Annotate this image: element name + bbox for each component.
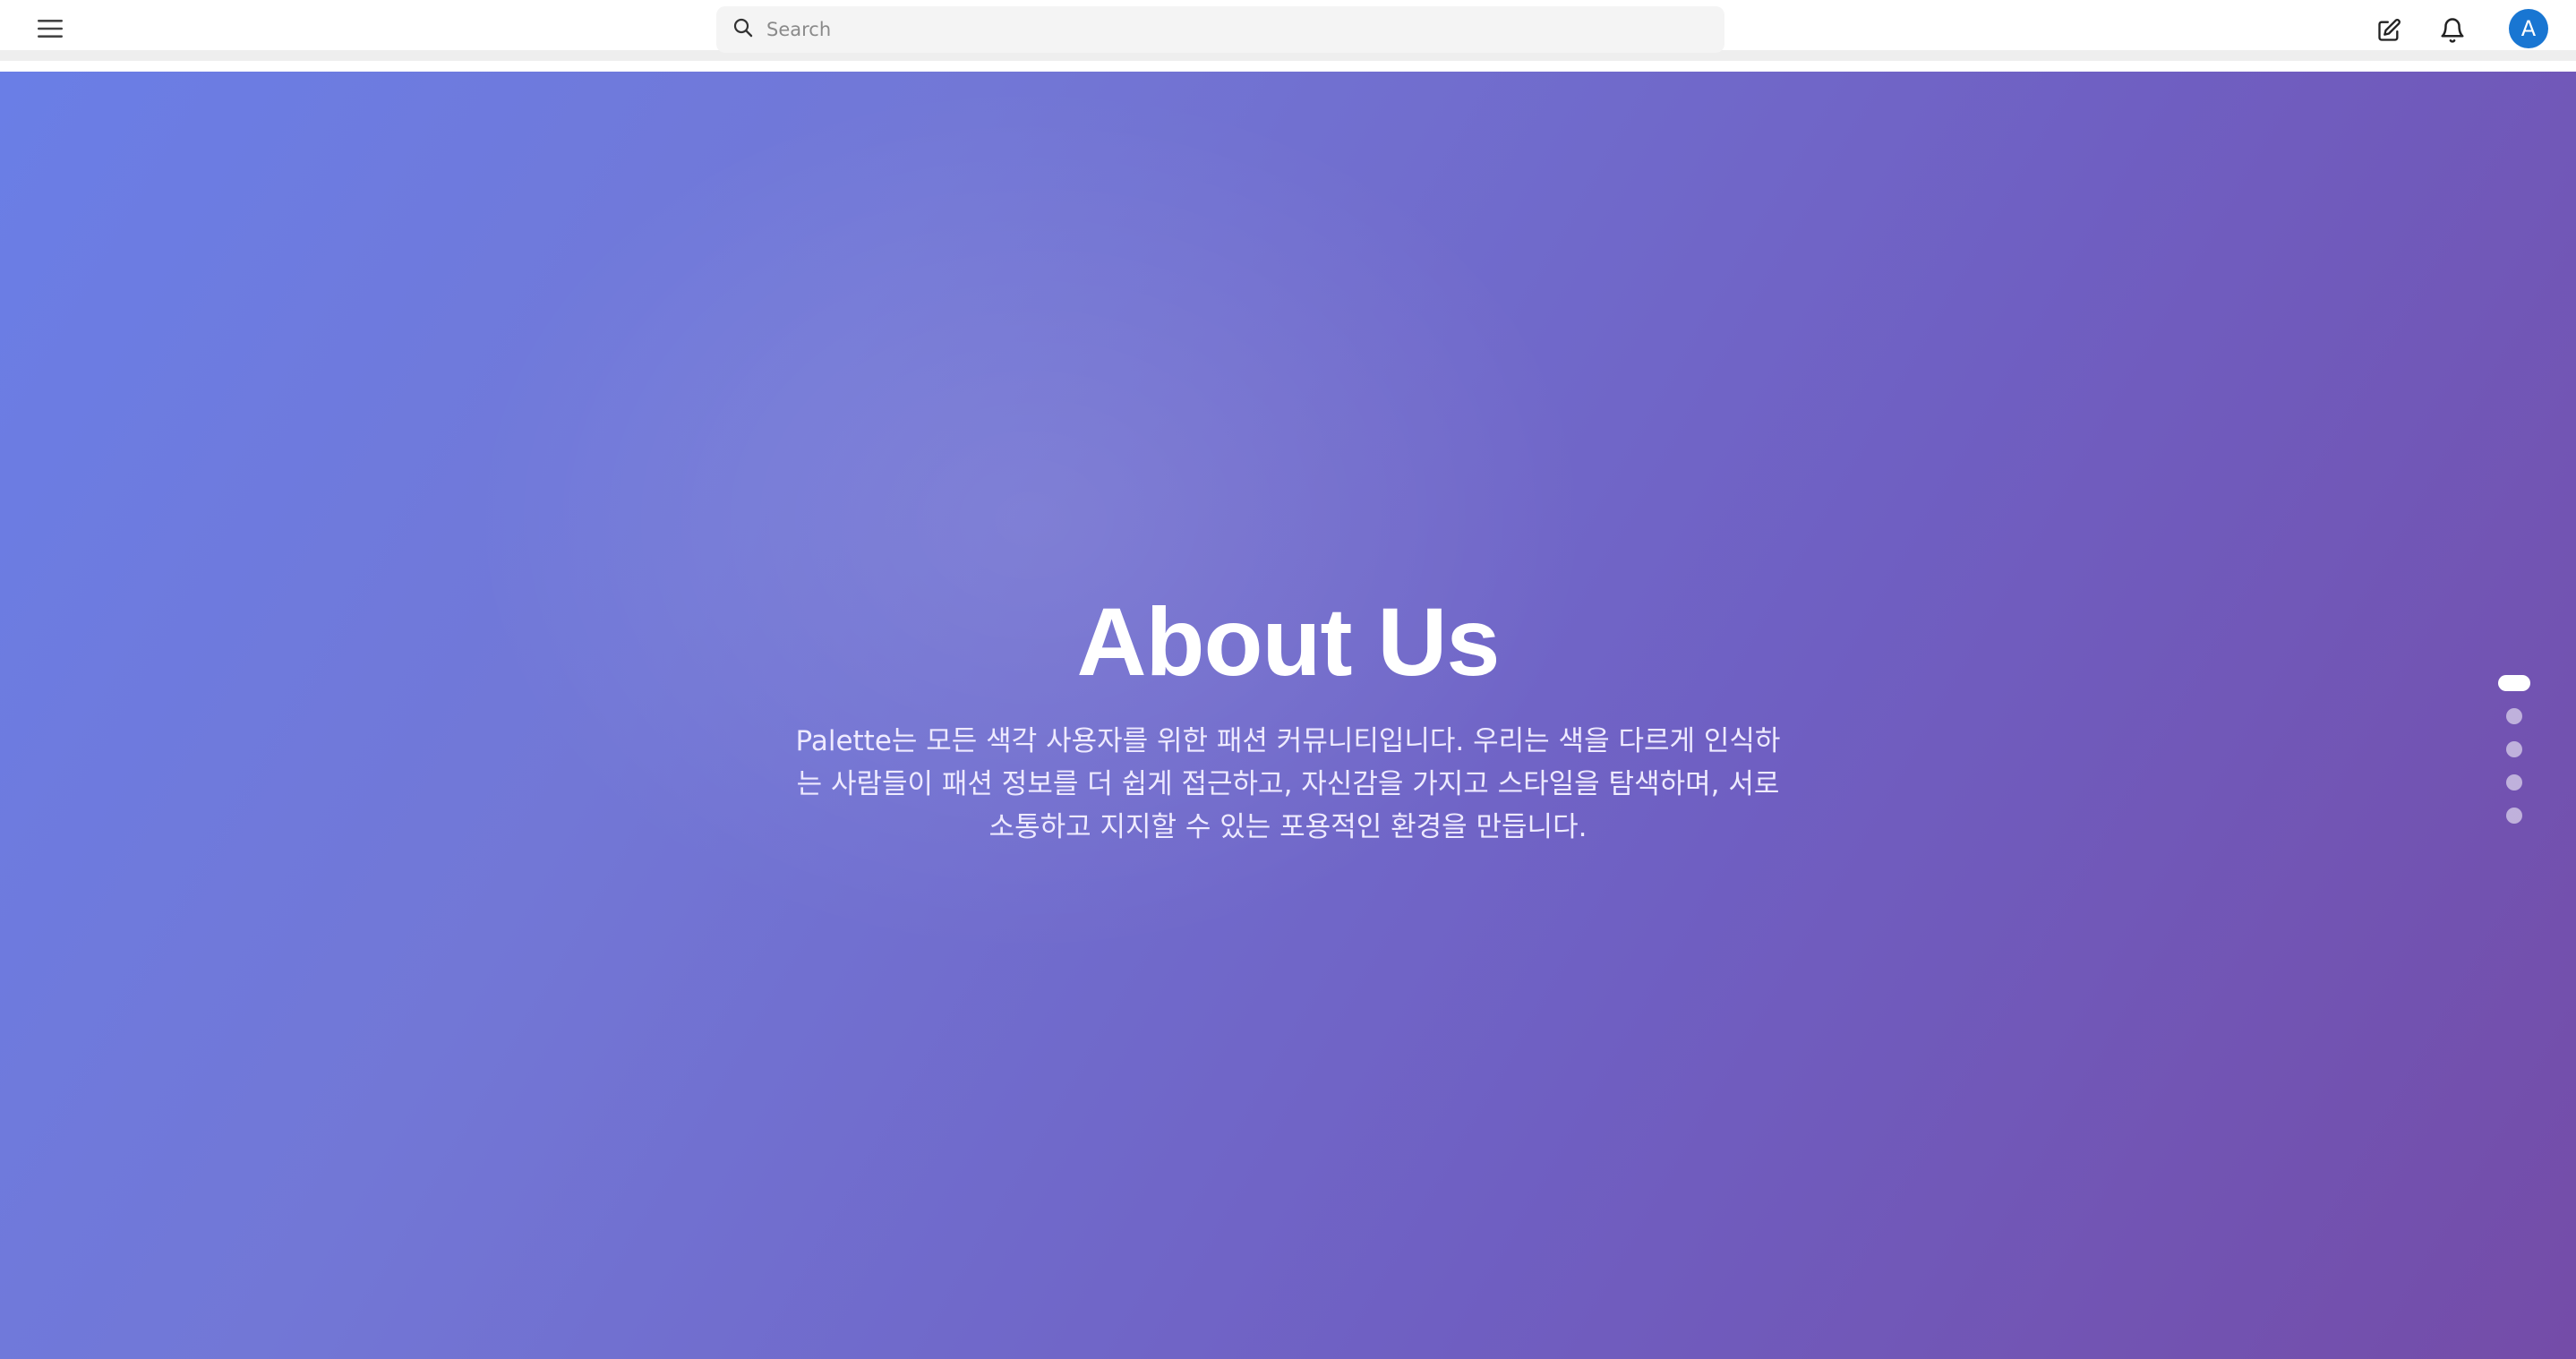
search-input[interactable] bbox=[765, 12, 1696, 47]
section-dot-5[interactable] bbox=[2506, 808, 2522, 824]
top-app-bar: A bbox=[0, 0, 2576, 61]
avatar[interactable]: A bbox=[2509, 9, 2548, 48]
hamburger-menu-icon[interactable] bbox=[32, 13, 68, 45]
section-dot-2[interactable] bbox=[2506, 708, 2522, 724]
search-bar[interactable] bbox=[716, 6, 1724, 53]
hero-description: Palette는 모든 색각 사용자를 위한 패션 커뮤니티입니다. 우리는 색… bbox=[795, 725, 1781, 843]
section-dot-4[interactable] bbox=[2506, 774, 2522, 791]
section-dot-1[interactable] bbox=[2498, 675, 2530, 691]
edit-icon[interactable] bbox=[2369, 11, 2409, 50]
about-us-hero: About Us Palette는 모든 색각 사용자를 위한 패션 커뮤니티입… bbox=[0, 72, 2576, 1359]
avatar-initial: A bbox=[2520, 16, 2537, 41]
section-pagination bbox=[2496, 675, 2532, 841]
bell-icon[interactable] bbox=[2433, 11, 2472, 50]
section-dot-3[interactable] bbox=[2506, 741, 2522, 757]
search-icon bbox=[732, 17, 754, 42]
page-title: About Us bbox=[1076, 587, 1501, 696]
